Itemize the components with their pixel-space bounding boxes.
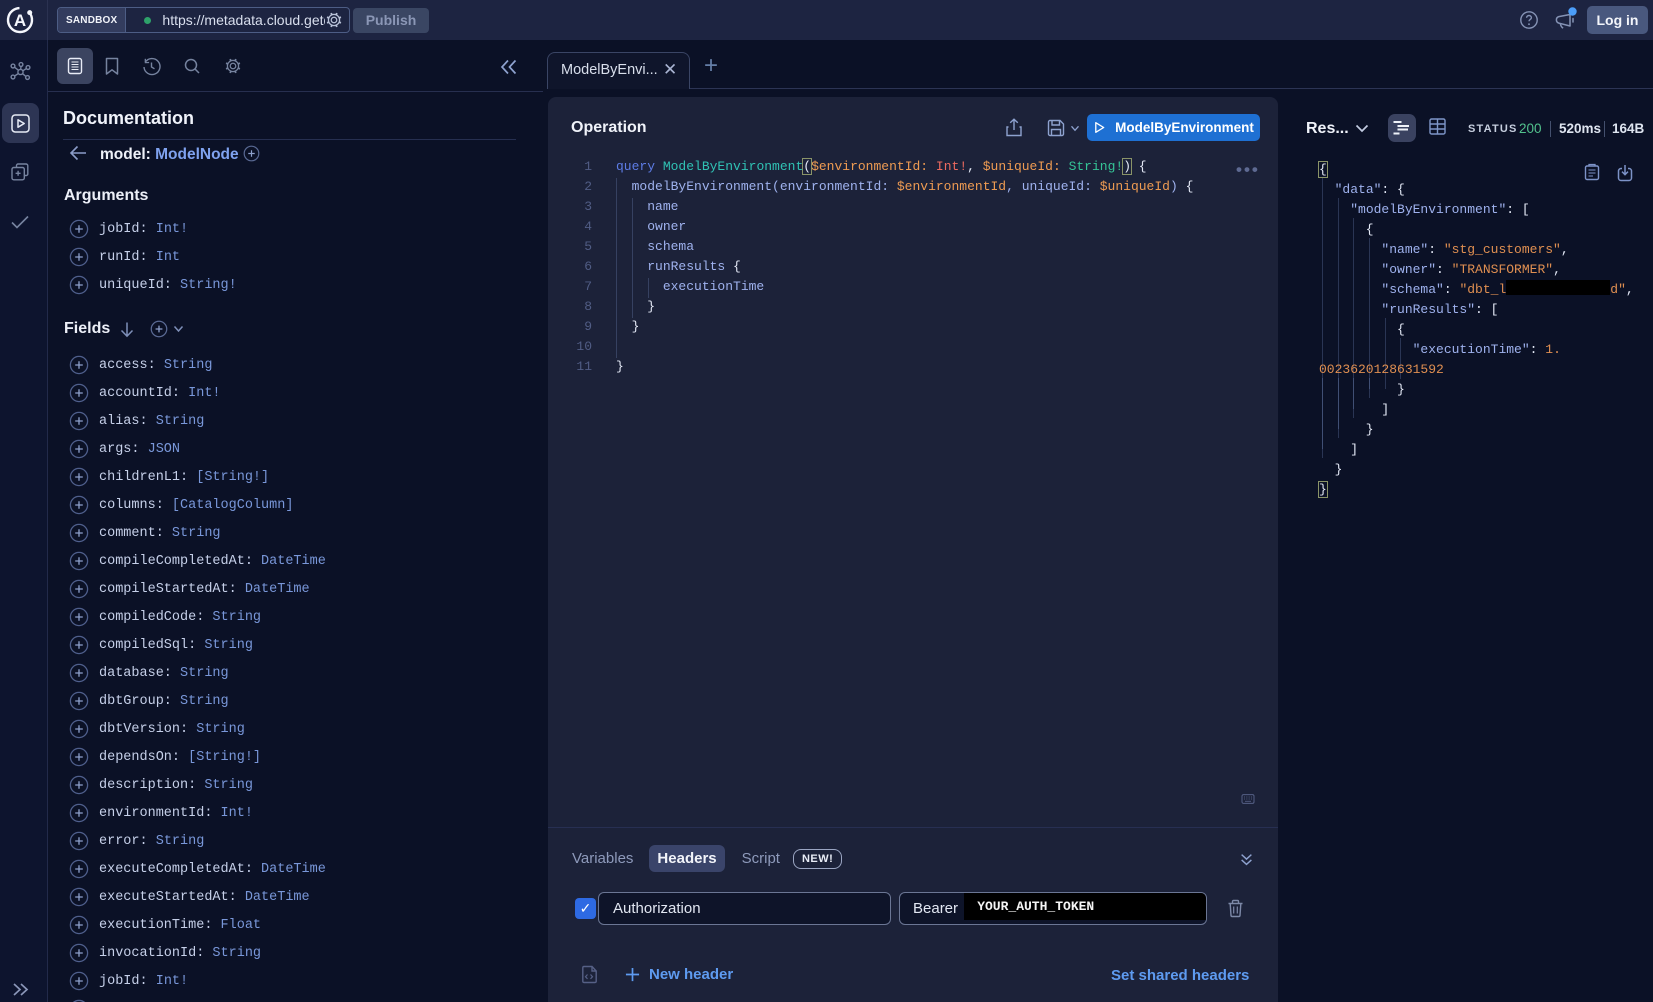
svg-text:A: A <box>14 11 26 30</box>
